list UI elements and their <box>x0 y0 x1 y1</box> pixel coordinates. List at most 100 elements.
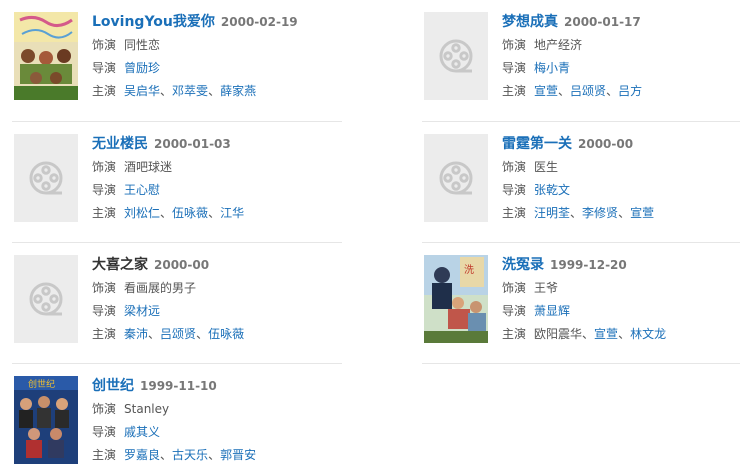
cast-list: 吴启华、邓萃雯、薛家燕 <box>124 84 256 98</box>
cast-label: 主演 <box>92 206 117 220</box>
cast-separator: 、 <box>558 84 571 98</box>
director-label: 导演 <box>92 425 117 439</box>
role-label: 饰演 <box>502 281 527 295</box>
cast-member-link[interactable]: 古天乐 <box>172 448 208 462</box>
drama-item: LovingYou我爱你 2000-02-19 饰演 同性恋 导演 曾励珍 主演 吴启华… <box>12 12 342 117</box>
cast-list: 秦沛、吕颂贤、伍咏薇 <box>124 327 244 341</box>
cast-list: 刘松仁、伍咏薇、江华 <box>124 206 244 220</box>
cast-separator: 、 <box>160 448 173 462</box>
role-value: 看画展的男子 <box>124 281 197 295</box>
cast-label: 主演 <box>502 327 527 341</box>
cast-member-link[interactable]: 吕颂贤 <box>160 327 196 341</box>
role-label: 饰演 <box>502 38 527 52</box>
drama-item: 梦想成真 2000-01-17 饰演 地产经济 导演 梅小青 主演 宣萱、吕颂贤、吕方 <box>422 12 740 117</box>
cast-separator: 、 <box>618 206 631 220</box>
director-link[interactable]: 张乾文 <box>534 183 570 197</box>
film-reel-icon <box>424 12 488 100</box>
director-link[interactable]: 梅小青 <box>534 61 570 75</box>
cast-separator: 、 <box>208 84 221 98</box>
poster-placeholder[interactable] <box>424 12 488 100</box>
cast-member-link[interactable]: 宣萱 <box>630 206 654 220</box>
cast-list: 欧阳震华、宣萱、林文龙 <box>534 327 666 341</box>
cast-label: 主演 <box>502 206 527 220</box>
drama-title[interactable]: LovingYou我爱你 <box>92 14 215 30</box>
cast-separator: 、 <box>208 206 221 220</box>
role-label: 饰演 <box>92 402 117 416</box>
divider <box>12 363 342 364</box>
cast-member-link[interactable]: 邓萃雯 <box>172 84 208 98</box>
air-date: 2000-00 <box>154 258 210 272</box>
cast-member-link[interactable]: 宣萱 <box>594 327 618 341</box>
film-reel-icon <box>14 255 78 343</box>
cast-member-link[interactable]: 伍咏薇 <box>208 327 244 341</box>
cast-member-link[interactable]: 吴启华 <box>124 84 160 98</box>
air-date: 1999-11-10 <box>140 379 217 393</box>
cast-label: 主演 <box>92 448 117 462</box>
drama-title[interactable]: 无业楼民 <box>92 136 148 152</box>
drama-title[interactable]: 梦想成真 <box>502 14 558 30</box>
drama-item: 无业楼民 2000-01-03 饰演 酒吧球迷 导演 王心慰 主演 刘松仁、伍咏薇、江华 <box>12 134 342 239</box>
director-link[interactable]: 戚其义 <box>124 425 160 439</box>
drama-title[interactable]: 雷霆第一关 <box>502 136 572 152</box>
divider <box>422 121 740 122</box>
cast-separator: 、 <box>570 206 583 220</box>
air-date: 2000-00 <box>578 137 634 151</box>
cast-separator: 、 <box>618 327 631 341</box>
director-link[interactable]: 曾励珍 <box>124 61 160 75</box>
director-link[interactable]: 梁材远 <box>124 304 160 318</box>
drama-list: LovingYou我爱你 2000-02-19 饰演 同性恋 导演 曾励珍 主演 吴启华… <box>0 0 740 476</box>
svg-text:创世纪: 创世纪 <box>28 378 55 390</box>
cast-list: 汪明荃、李修贤、宣萱 <box>534 206 654 220</box>
poster-placeholder[interactable] <box>14 255 78 343</box>
director-label: 导演 <box>92 183 117 197</box>
cast-label: 主演 <box>502 84 527 98</box>
drama-item: 洗 洗冤录 1999-12-20 饰演 王爷 导演 萧显辉 主演 欧阳震华、宣萱、林文龙 <box>422 255 740 360</box>
role-value: 地产经济 <box>534 38 583 52</box>
drama-item: 大喜之家 2000-00 饰演 看画展的男子 导演 梁材远 主演 秦沛、吕颂贤、伍咏薇 <box>12 255 342 360</box>
drama-title[interactable]: 洗冤录 <box>502 257 544 273</box>
poster-placeholder[interactable] <box>14 134 78 222</box>
director-link[interactable]: 王心慰 <box>124 183 160 197</box>
cast-member-link[interactable]: 罗嘉良 <box>124 448 160 462</box>
role-label: 饰演 <box>92 281 117 295</box>
poster-image[interactable]: 洗 <box>424 255 488 343</box>
cast-member-link[interactable]: 刘松仁 <box>124 206 160 220</box>
cast-member-link[interactable]: 林文龙 <box>630 327 666 341</box>
director-label: 导演 <box>92 304 117 318</box>
cast-member-link[interactable]: 宣萱 <box>534 84 558 98</box>
cast-member-link[interactable]: 李修贤 <box>582 206 618 220</box>
director-label: 导演 <box>502 61 527 75</box>
air-date: 1999-12-20 <box>550 258 627 272</box>
drama-title[interactable]: 创世纪 <box>92 378 134 394</box>
director-label: 导演 <box>502 183 527 197</box>
drama-item: 雷霆第一关 2000-00 饰演 医生 导演 张乾文 主演 汪明荃、李修贤、宣萱 <box>422 134 740 239</box>
cast-member-link[interactable]: 秦沛 <box>124 327 148 341</box>
director-link[interactable]: 萧显辉 <box>534 304 570 318</box>
cast-separator: 、 <box>160 206 173 220</box>
drama-title[interactable]: 大喜之家 <box>92 257 148 273</box>
role-value: 酒吧球迷 <box>124 160 173 174</box>
svg-text:洗: 洗 <box>464 264 474 276</box>
director-label: 导演 <box>92 61 117 75</box>
cast-member-link[interactable]: 郭晋安 <box>220 448 256 462</box>
role-value: Stanley <box>124 402 170 416</box>
cast-separator: 、 <box>208 448 221 462</box>
poster-placeholder[interactable] <box>424 134 488 222</box>
role-label: 饰演 <box>502 160 527 174</box>
divider <box>12 242 342 243</box>
cast-label: 主演 <box>92 84 117 98</box>
cast-member-link[interactable]: 江华 <box>220 206 244 220</box>
cast-member-link[interactable]: 汪明荃 <box>534 206 570 220</box>
cast-member-link[interactable]: 伍咏薇 <box>172 206 208 220</box>
film-reel-icon <box>424 134 488 222</box>
poster-image[interactable]: 创世纪 <box>14 376 78 464</box>
cast-member-link[interactable]: 薛家燕 <box>220 84 256 98</box>
poster-image[interactable] <box>14 12 78 100</box>
divider <box>12 121 342 122</box>
drama-item: 创世纪 创世纪 1999-11-10 饰演 Stanley 导演 戚其义 主演 罗嘉良、… <box>12 376 342 476</box>
cast-member-link: 欧阳震华 <box>534 327 583 341</box>
air-date: 2000-01-03 <box>154 137 231 151</box>
cast-member-link[interactable]: 吕方 <box>618 84 642 98</box>
cast-member-link[interactable]: 吕颂贤 <box>570 84 606 98</box>
air-date: 2000-02-19 <box>220 15 298 29</box>
